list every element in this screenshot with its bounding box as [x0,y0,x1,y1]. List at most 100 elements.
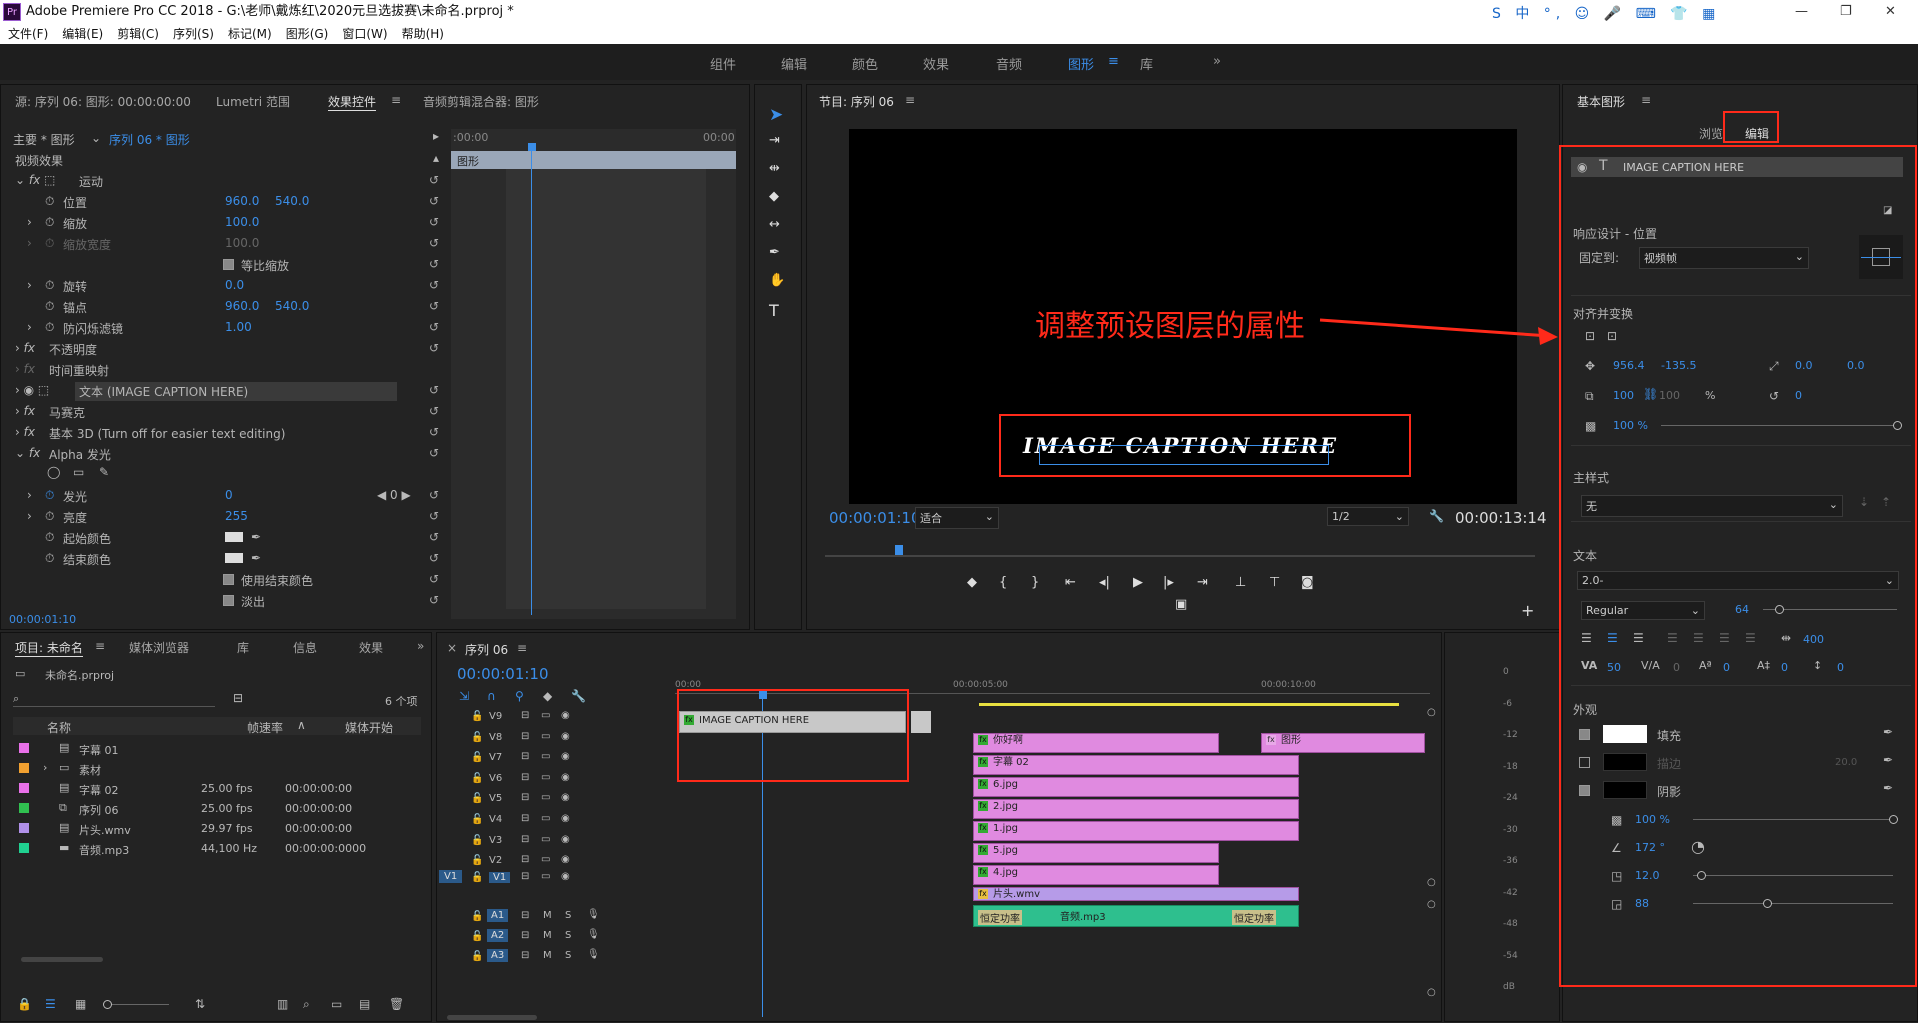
more-tabs-icon[interactable]: » [417,639,424,653]
font-size-value[interactable]: 64 [1735,603,1749,616]
lock-icon[interactable]: 🔒 [17,997,32,1011]
eye-icon[interactable]: ◉ [561,792,570,803]
a-scroll-bottom[interactable]: ○ [1427,987,1436,998]
lock-icon[interactable]: 🔓 [471,773,483,784]
tab-edit[interactable]: 编辑 [1745,125,1769,142]
pos-x[interactable]: 956.4 [1613,359,1645,372]
track-label[interactable]: V4 [489,814,502,825]
tab-libraries[interactable]: 库 [237,639,249,656]
panel-menu-icon[interactable]: ≡ [1641,93,1651,107]
reset-icon[interactable]: ↺ [429,320,439,334]
sync-lock-icon[interactable]: ⊟ [521,854,529,865]
master-style-dropdown[interactable]: 无 ⌄ [1581,495,1843,517]
transition-end[interactable]: 恒定功率 [1232,910,1276,925]
eg-scale[interactable]: 100 [1613,389,1634,402]
stopwatch-icon[interactable]: ⏱ [45,551,54,566]
lock-icon[interactable]: 🔓 [471,814,483,825]
menu-file[interactable]: 文件(F) [8,27,48,41]
hand-icon[interactable]: ✋ [769,273,785,288]
resolution-dropdown[interactable]: 1/2 ⌄ [1327,507,1409,526]
lock-icon[interactable]: 🔓 [471,911,483,922]
mute-button[interactable]: M [543,930,552,941]
source-patch[interactable]: V1 [439,869,463,883]
reset-icon[interactable]: ↺ [429,488,439,502]
stroke-checkbox[interactable] [1579,757,1590,768]
intro-clip[interactable]: fx 片头.wmv [973,887,1299,901]
eye-icon[interactable]: ◉ [561,834,570,845]
solo-button[interactable]: S [565,910,571,921]
output-icon[interactable]: ▭ [541,710,550,721]
eye-icon[interactable]: ◉ [561,772,570,783]
trash-icon[interactable]: 🗑 [389,997,404,1011]
list-view-icon[interactable]: ☰ [45,997,56,1011]
tab-effect-controls[interactable]: 效果控件 [328,93,377,111]
workspace-effects[interactable]: 效果 [923,54,949,73]
col-media-start[interactable]: 媒体开始 [345,719,393,736]
shadow-checkbox[interactable] [1579,785,1590,796]
workspace-menu-icon[interactable]: ≡ [1108,54,1119,69]
microphone-icon[interactable]: 🎙 [587,909,600,920]
workspace-graphics[interactable]: 图形 [1068,54,1094,73]
lift-icon[interactable]: ⊥ [1235,575,1246,590]
caption-bounding-box[interactable] [1039,445,1329,465]
minimize-icon[interactable]: — [1795,0,1808,24]
stopwatch-icon[interactable]: ⏱ [45,215,54,230]
snap-icon[interactable]: ∩ [487,689,496,703]
eyedropper-icon[interactable]: ✒ [251,551,261,565]
lock-icon[interactable]: 🔓 [471,835,483,846]
sync-lock-icon[interactable]: ⊟ [521,731,529,742]
mark-in-icon[interactable]: { [999,575,1007,590]
stroke-swatch[interactable] [1603,753,1647,771]
track-label[interactable]: V9 [489,711,502,722]
nest-toggle-icon[interactable]: ⇲ [459,689,469,703]
eg-anchor-x[interactable]: 0.0 [1795,359,1813,372]
font-style-dropdown[interactable]: Regular ⌄ [1581,601,1705,620]
push-style-icon[interactable]: ⇣ [1859,495,1869,509]
label-color-swatch[interactable] [19,743,29,753]
glow-value[interactable]: 0 [225,488,233,502]
lock-icon[interactable]: 🔓 [471,711,483,722]
new-item-icon[interactable]: ▤ [359,997,370,1011]
tab-source[interactable]: 源: 序列 06: 图形: 00:00:00:00 [15,93,191,110]
kf-clip-bar[interactable]: 图形 [451,151,736,169]
eye-icon[interactable]: ◉ [561,710,570,721]
lock-icon[interactable]: 🔓 [471,793,483,804]
reset-icon[interactable]: ↺ [429,425,439,439]
reset-icon[interactable]: ↺ [429,299,439,313]
new-bin-from-search-icon[interactable]: ⊟ [233,691,243,705]
workspace-audio[interactable]: 音频 [996,54,1022,73]
justify-left-icon[interactable]: ☰ [1667,631,1678,645]
project-item[interactable]: ▤ 字幕 02 25.00 fps 00:00:00:00 [13,779,421,799]
col-framerate[interactable]: 帧速率 [247,719,283,736]
tab-effects[interactable]: 效果 [359,639,383,656]
sync-lock-icon[interactable]: ⊟ [521,792,529,803]
eg-opacity[interactable]: 100 % [1613,419,1648,432]
solo-button[interactable]: S [565,950,571,961]
stopwatch-icon[interactable]: ⏱ [45,530,54,545]
project-item[interactable]: › ▭ 素材 [13,759,421,779]
menu-graphics[interactable]: 图形(G) [286,27,329,41]
shadow-size-knob[interactable] [1763,899,1772,908]
reset-icon[interactable]: ↺ [429,383,439,397]
position-x-value[interactable]: 960.0 [225,194,259,208]
reset-icon[interactable]: ↺ [429,215,439,229]
workspace-color[interactable]: 颜色 [852,54,878,73]
menu-help[interactable]: 帮助(H) [402,27,444,41]
sub02-clip[interactable]: fx 字幕 02 [973,755,1299,775]
output-icon[interactable]: ▭ [541,772,550,783]
razor-icon[interactable]: ◆ [769,189,779,204]
eyedropper-icon[interactable]: ✒ [1883,753,1893,767]
align-left-icon[interactable]: ☰ [1581,631,1592,645]
output-icon[interactable]: ▭ [541,751,550,762]
fade-out-checkbox[interactable] [223,595,234,606]
new-layer-icon[interactable]: ◪ [1883,205,1892,216]
reset-icon[interactable]: ↺ [429,278,439,292]
tab-project[interactable]: 项目: 未命名 [15,639,83,657]
program-timecode[interactable]: 00:00:01:10 [829,509,921,527]
h-scrollbar[interactable] [21,957,103,962]
timeline-h-scrollbar[interactable] [447,1015,537,1020]
tab-audio-mixer[interactable]: 音频剪辑混合器: 图形 [423,93,539,110]
eg-rotation[interactable]: 0 [1795,389,1802,402]
eye-icon[interactable]: ◉ [561,731,570,742]
panel-menu-icon[interactable]: ≡ [517,641,527,655]
